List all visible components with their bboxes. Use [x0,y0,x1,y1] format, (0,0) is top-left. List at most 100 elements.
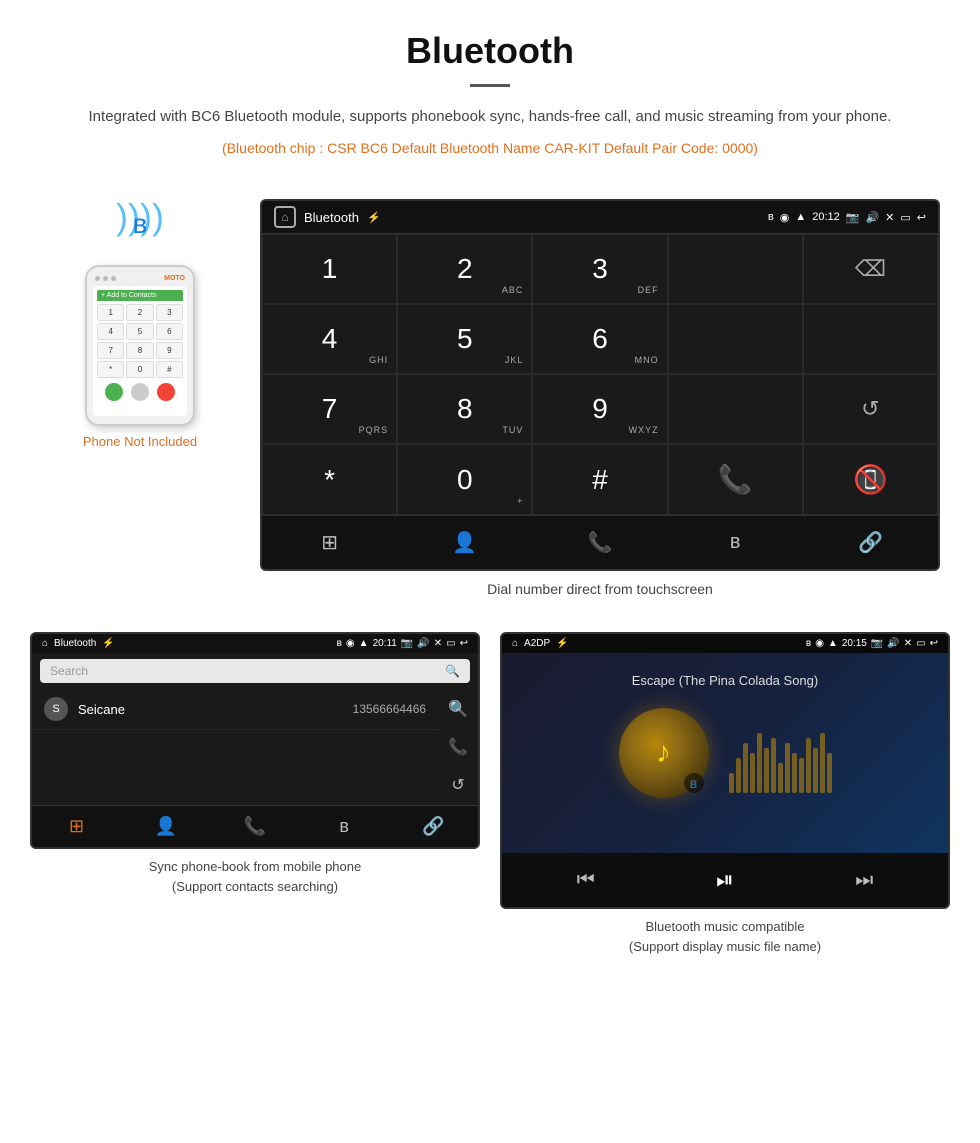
dial-key-8-sub: TUV [502,425,523,435]
music-camera-icon: 📷 [871,638,883,649]
pb-nav-phone[interactable]: 📞 [210,806,299,847]
equalizer [729,713,832,793]
dial-screen-wrap: ⌂ Bluetooth ⚡ ʙ ◉ ▲ 20:12 📷 🔊 ✕ ▭ ↩ [260,199,940,597]
eq-bar [785,743,790,793]
phonebook-screen: ⌂ Bluetooth ⚡ ʙ ◉ ▲ 20:11 📷 🔊 ✕ ▭ ↩ [30,632,480,849]
status-right: ʙ ◉ ▲ 20:12 📷 🔊 ✕ ▭ ↩ [768,211,926,224]
pb-phone-side-icon: 📞 [448,737,468,757]
phone-key-9: 9 [156,342,183,359]
pb-nav-grid[interactable]: ⊞ [32,806,121,847]
phone-key-3: 3 [156,304,183,321]
nav-link-icon[interactable]: 🔗 [803,516,938,569]
phone-end-btn[interactable] [157,383,175,401]
dial-key-6[interactable]: 6MNO [532,304,667,374]
dial-key-8[interactable]: 8TUV [397,374,532,444]
music-close-icon: ✕ [904,638,912,649]
dial-key-4[interactable]: 4GHI [262,304,397,374]
dial-screen-title: Bluetooth [304,210,359,225]
pb-signal-icon: ▲ [359,638,369,649]
phone-bottom-bar [97,383,183,401]
dial-key-4-sub: GHI [369,355,388,365]
pb-bottom-nav: ⊞ 👤 📞 ʙ 🔗 [32,805,478,847]
phone-home-btn[interactable] [131,383,149,401]
dial-time: 20:12 [812,211,840,223]
call-button[interactable]: 📞 [668,444,803,515]
skip-next-btn[interactable]: ⏭ [855,869,873,892]
pb-status-left: ⌂ Bluetooth ⚡ [42,638,115,649]
pb-close-icon: ✕ [434,638,442,649]
nav-bt-icon[interactable]: ʙ [668,516,803,569]
phone-key-5: 5 [126,323,153,340]
eq-bar [813,748,818,793]
eq-bar [820,733,825,793]
music-status-bar: ⌂ A2DP ⚡ ʙ ◉ ▲ 20:15 📷 🔊 ✕ ▭ ↩ [502,634,948,653]
dial-key-2-sub: ABC [502,285,524,295]
eq-bar [792,753,797,793]
phone-key-1: 1 [97,304,124,321]
backspace-btn[interactable]: ⌫ [803,234,938,304]
camera-icon: 📷 [846,211,860,224]
dial-cell-empty-2 [668,304,803,374]
dial-key-1[interactable]: 1 [262,234,397,304]
eq-bar [729,773,734,793]
nav-person-icon[interactable]: 👤 [397,516,532,569]
dial-key-star[interactable]: * [262,444,397,515]
nav-grid-icon[interactable]: ⊞ [262,516,397,569]
phone-key-star: * [97,361,124,378]
phone-key-6: 6 [156,323,183,340]
music-content: ♪ ʙ [619,708,832,798]
dial-key-3[interactable]: 3DEF [532,234,667,304]
pb-home-icon: ⌂ [42,638,48,649]
dial-key-5-sub: JKL [505,355,524,365]
play-pause-btn[interactable]: ⏯ [716,867,734,893]
dial-device-screen: ⌂ Bluetooth ⚡ ʙ ◉ ▲ 20:12 📷 🔊 ✕ ▭ ↩ [260,199,940,571]
eq-bar [736,758,741,793]
dial-key-0[interactable]: 0+ [397,444,532,515]
pb-search-row: Search 🔍 [32,653,478,689]
pb-nav-bt[interactable]: ʙ [300,806,389,847]
pb-search-box[interactable]: Search 🔍 [40,659,470,683]
location-icon: ◉ [780,211,790,224]
phone-call-btn[interactable] [105,383,123,401]
music-caption-line1: Bluetooth music compatible [646,919,805,934]
header-specs: (Bluetooth chip : CSR BC6 Default Blueto… [20,137,960,159]
end-call-button[interactable]: 📵 [803,444,938,515]
header-divider [470,84,510,87]
middle-section: )))) ʙ MOTO + Add to Contacts 1 2 3 4 [0,189,980,607]
phone-key-0: 0 [126,361,153,378]
music-status-right: ʙ ◉ ▲ 20:15 📷 🔊 ✕ ▭ ↩ [806,638,938,649]
music-usb-icon: ⚡ [556,638,568,649]
pb-nav-person[interactable]: 👤 [121,806,210,847]
page-header: Bluetooth Integrated with BC6 Bluetooth … [0,0,980,189]
dial-key-7[interactable]: 7PQRS [262,374,397,444]
phone-not-included: Phone Not Included [83,434,197,449]
eq-bar [799,758,804,793]
pb-title: Bluetooth [54,638,96,649]
music-location-icon: ◉ [815,638,824,649]
music-main-area: Escape (The Pina Colada Song) ♪ ʙ [502,653,948,853]
music-caption-line2: (Support display music file name) [629,939,821,954]
bt-status-icon: ʙ [768,211,774,223]
home-icon[interactable]: ⌂ [274,206,296,228]
pb-nav-link[interactable]: 🔗 [389,806,478,847]
music-screen: ⌂ A2DP ⚡ ʙ ◉ ▲ 20:15 📷 🔊 ✕ ▭ ↩ E [500,632,950,909]
pb-location-icon: ◉ [346,638,355,649]
dial-key-9[interactable]: 9WXYZ [532,374,667,444]
nav-phone-icon[interactable]: 📞 [532,516,667,569]
dial-key-2[interactable]: 2ABC [397,234,532,304]
phone-screen-header: + Add to Contacts [97,290,183,301]
close-icon: ✕ [885,211,894,224]
pb-search-placeholder: Search [50,664,88,678]
refresh-btn[interactable]: ↺ [803,374,938,444]
skip-prev-btn[interactable]: ⏮ [577,869,595,892]
dial-key-0-sub: + [517,496,523,506]
eq-bar [778,763,783,793]
music-window-icon: ▭ [916,638,925,649]
music-time: 20:15 [842,638,867,649]
dial-key-5[interactable]: 5JKL [397,304,532,374]
signal-icon: ▲ [795,211,806,223]
pb-contact-phone: 13566664466 [353,702,426,716]
phone-keypad: 1 2 3 4 5 6 7 8 9 * 0 # [97,304,183,378]
pb-right-icons: 🔍 📞 ↺ [438,689,478,805]
dial-key-hash[interactable]: # [532,444,667,515]
